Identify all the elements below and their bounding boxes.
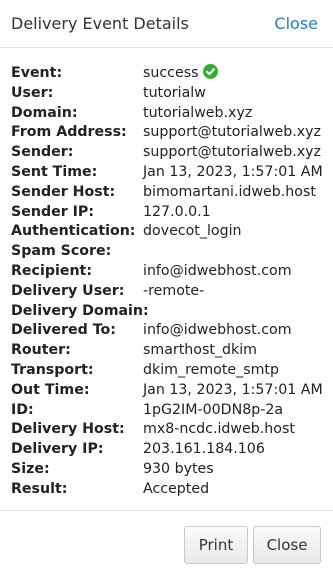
detail-label: Event: [11, 65, 63, 81]
detail-value-text: dovecot_login [143, 223, 242, 240]
detail-value-text: -remote- [143, 282, 205, 299]
detail-label: Result: [11, 480, 68, 497]
detail-value-text: info@idwebhost.com [143, 322, 292, 339]
detail-label: Delivery IP: [11, 441, 104, 458]
dialog-footer: Print Close [0, 510, 333, 573]
detail-value: info@idwebhost.com [143, 321, 292, 341]
detail-row: Event: success [11, 64, 333, 84]
detail-value: support@tutorialweb.xyz [143, 123, 321, 143]
detail-label: Sender: [11, 144, 74, 161]
detail-row: From Address: support@tutorialweb.xyz [11, 123, 333, 143]
detail-value: 127.0.0.1 [143, 203, 211, 223]
detail-row: Sender Host: bimomartani.idweb.host [11, 183, 333, 203]
detail-value-text: success [143, 65, 199, 81]
detail-row: Spam Score: [11, 242, 333, 262]
detail-value-text: tutorialweb.xyz [143, 104, 253, 121]
detail-label: Size: [11, 460, 50, 477]
detail-label: Sent Time: [11, 163, 98, 180]
detail-value-text: 930 bytes [143, 460, 214, 477]
detail-label: Delivery User: [11, 282, 125, 299]
detail-value-text: 127.0.0.1 [143, 203, 211, 220]
detail-value: bimomartani.idweb.host [143, 183, 316, 203]
detail-value-text: smarthost_dkim [143, 342, 258, 359]
close-button[interactable]: Close [253, 526, 321, 564]
detail-value-text: Jan 13, 2023, 1:57:01 AM [143, 381, 323, 398]
detail-row: Domain: tutorialweb.xyz [11, 104, 333, 124]
detail-value: dkim_remote_smtp [143, 361, 279, 381]
detail-value-text: support@tutorialweb.xyz [143, 124, 321, 141]
detail-value: tutorialw [143, 84, 206, 104]
detail-row: Delivery Domain: [11, 302, 333, 322]
detail-value: Jan 13, 2023, 1:57:01 AM [143, 381, 323, 401]
detail-row: ID: 1pG2IM-00DN8p-2a [11, 401, 333, 421]
detail-value-text: support@tutorialweb.xyz [143, 144, 321, 161]
detail-value-text: Jan 13, 2023, 1:57:01 AM [143, 163, 323, 180]
detail-value: 930 bytes [143, 460, 214, 480]
detail-value: -remote- [143, 282, 204, 302]
detail-label: Spam Score: [11, 243, 112, 260]
detail-value: dovecot_login [143, 222, 242, 242]
detail-value-text: 1pG2IM-00DN8p-2a [143, 401, 284, 418]
detail-row: Out Time: Jan 13, 2023, 1:57:01 AM [11, 381, 333, 401]
detail-row: Sent Time: Jan 13, 2023, 1:57:01 AM [11, 163, 333, 183]
detail-row: Size: 930 bytes [11, 460, 333, 480]
detail-value: 203.161.184.106 [143, 440, 265, 460]
detail-label: Delivery Host: [11, 421, 125, 438]
detail-row: User: tutorialw [11, 84, 333, 104]
detail-label: Router: [11, 342, 71, 359]
detail-row: Result: Accepted [11, 480, 333, 500]
detail-label: Domain: [11, 104, 78, 121]
detail-label: ID: [11, 401, 34, 418]
detail-value: smarthost_dkim [143, 341, 257, 361]
detail-value: info@idwebhost.com [143, 262, 292, 282]
detail-value-text: 203.161.184.106 [143, 441, 265, 458]
detail-label: Sender Host: [11, 183, 116, 200]
detail-label: Recipient: [11, 262, 93, 279]
detail-row: Delivered To: info@idwebhost.com [11, 321, 333, 341]
detail-value: support@tutorialweb.xyz [143, 143, 321, 163]
detail-row: Router: smarthost_dkim [11, 341, 333, 361]
detail-value-text: bimomartani.idweb.host [143, 183, 316, 200]
detail-label: Transport: [11, 361, 94, 378]
detail-label: Out Time: [11, 381, 90, 398]
detail-value: 1pG2IM-00DN8p-2a [143, 401, 283, 421]
close-link[interactable]: Close [274, 14, 318, 33]
detail-value-text: info@idwebhost.com [143, 262, 292, 279]
detail-label: Sender IP: [11, 203, 95, 220]
dialog-header: Delivery Event Details Close [0, 0, 333, 48]
detail-row: Sender: support@tutorialweb.xyz [11, 143, 333, 163]
print-button[interactable]: Print [184, 526, 248, 564]
detail-value-text: dkim_remote_smtp [143, 361, 279, 378]
delivery-event-dialog: Delivery Event Details Close Event: succe… [0, 0, 333, 573]
detail-label: Delivery Domain: [11, 302, 149, 319]
detail-row: Transport: dkim_remote_smtp [11, 361, 333, 381]
detail-row: Recipient: info@idwebhost.com [11, 262, 333, 282]
detail-value-text: Accepted [143, 480, 210, 497]
detail-label: User: [11, 84, 54, 101]
dialog-title: Delivery Event Details [11, 14, 189, 33]
details-list: Event: success User: tutorialw Domain: tutori… [0, 48, 333, 500]
check-circle-icon [202, 64, 218, 79]
detail-value: mx8-ncdc.idweb.host [143, 420, 295, 440]
detail-row: Delivery IP: 203.161.184.106 [11, 440, 333, 460]
detail-value: tutorialweb.xyz [143, 104, 252, 124]
detail-value: Accepted [143, 480, 209, 500]
detail-label: Delivered To: [11, 322, 116, 339]
detail-label: From Address: [11, 124, 127, 141]
detail-row: Delivery Host: mx8-ncdc.idweb.host [11, 420, 333, 440]
detail-row: Delivery User: -remote- [11, 282, 333, 302]
detail-value-text: tutorialw [143, 84, 206, 101]
detail-value-text: mx8-ncdc.idweb.host [143, 421, 295, 438]
detail-label: Authentication: [11, 223, 136, 240]
detail-row: Sender IP: 127.0.0.1 [11, 203, 333, 223]
detail-value: success [143, 64, 218, 84]
detail-value: Jan 13, 2023, 1:57:01 AM [143, 163, 323, 183]
detail-row: Authentication: dovecot_login [11, 222, 333, 242]
